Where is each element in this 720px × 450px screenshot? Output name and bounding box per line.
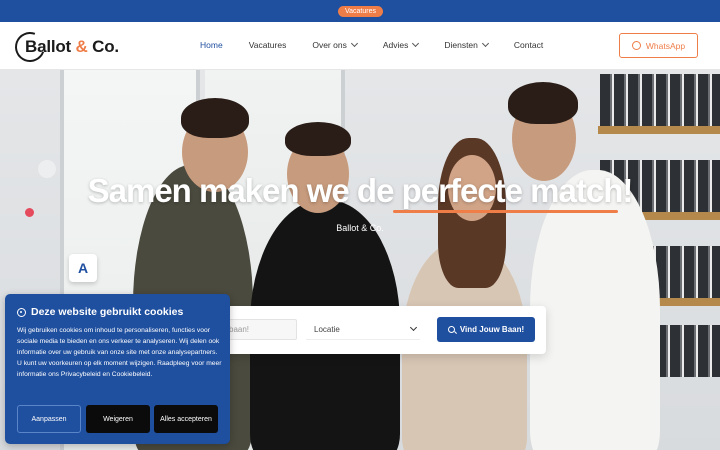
app-badge-icon: A [69, 254, 97, 282]
whatsapp-icon [631, 41, 641, 50]
job-search-bar: baan! Locatie Vind Jouw Baan! [190, 306, 546, 354]
whatsapp-label: WhatsApp [645, 40, 686, 51]
whatsapp-button[interactable]: WhatsApp [619, 33, 698, 58]
cookie-title: Deze website gebruikt cookies [31, 306, 184, 318]
chevron-down-icon [409, 323, 418, 332]
find-job-button[interactable]: Vind Jouw Baan! [437, 317, 535, 342]
logo[interactable]: Ballot & Co. [10, 27, 125, 67]
nav-item-diensten[interactable]: Diensten [444, 39, 489, 50]
hero-photo-person [181, 98, 249, 138]
chevron-down-icon [350, 39, 358, 48]
cookie-description: Wij gebruiken cookies om inhoud te perso… [17, 327, 222, 378]
hero-photo-binders [600, 74, 720, 126]
chevron-down-icon [412, 39, 420, 48]
location-select-value: Locatie [314, 325, 340, 334]
nav-item-contact[interactable]: Contact [514, 40, 543, 50]
hero-photo-shelf [598, 126, 720, 134]
top-announcement-bar: Vacatures [0, 0, 720, 22]
vacatures-badge[interactable]: Vacatures [338, 6, 383, 17]
hero-photo-person [285, 122, 351, 156]
chevron-down-icon [481, 39, 489, 48]
nav-menu: Home Vacatures Over ons Advies Diensten … [200, 39, 569, 50]
search-icon [447, 326, 455, 333]
nav-item-home[interactable]: Home [200, 40, 223, 50]
cookie-header: Deze website gebruikt cookies [17, 306, 183, 318]
hero-title-underline [393, 210, 618, 213]
cookie-accept-all-button[interactable]: Alles accepteren [154, 405, 218, 433]
cookie-customize-button[interactable]: Aanpassen [17, 405, 81, 433]
hero-title: Samen maken we de perfecte match! [87, 172, 634, 209]
cookie-banner: Deze website gebruikt cookies Wij gebrui… [5, 294, 230, 444]
nav-item-advies[interactable]: Advies [383, 39, 420, 50]
hero-photo-person [508, 82, 578, 124]
main-navigation: Ballot & Co. Home Vacatures Over ons Adv… [0, 22, 720, 70]
cookie-decline-button[interactable]: Weigeren [86, 405, 150, 433]
nav-item-vacatures[interactable]: Vacatures [249, 40, 287, 50]
nav-item-over-ons[interactable]: Over ons [312, 39, 358, 50]
cookie-icon [17, 307, 26, 317]
logo-text: Ballot & Co. [25, 37, 119, 56]
find-job-label: Vind Jouw Baan! [459, 325, 525, 334]
location-select[interactable]: Locatie [306, 319, 420, 340]
hero-subtitle: Ballot & Co. [336, 223, 384, 233]
